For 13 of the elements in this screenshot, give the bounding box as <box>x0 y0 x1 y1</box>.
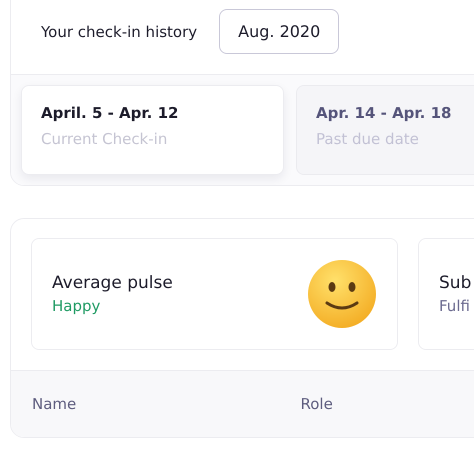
stat-value: Happy <box>52 297 102 315</box>
smiley-icon <box>307 259 377 329</box>
period-range: Apr. 14 - Apr. 18 <box>316 104 452 122</box>
column-header: Role <box>300 395 334 413</box>
period-status: Current Check-in <box>41 130 168 148</box>
stat-title: Average pulse <box>52 273 173 293</box>
stat-title: Sub <box>439 273 472 293</box>
month-picker-button[interactable]: Aug. 2020 <box>219 9 340 54</box>
period-card[interactable]: April. 5 - Apr. 12 Current Check-in <box>21 85 284 175</box>
column-header: Name <box>32 395 78 413</box>
section-title: Your check-in history <box>41 22 198 40</box>
stat-value: Fulfi <box>439 297 471 315</box>
period-range: April. 5 - Apr. 12 <box>41 104 180 122</box>
